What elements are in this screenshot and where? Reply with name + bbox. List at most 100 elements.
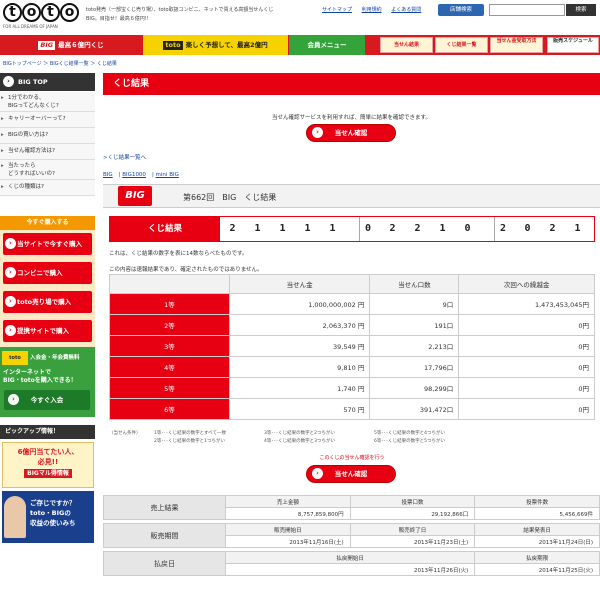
pickup-heading: ピックアップ情報！ [0,425,95,439]
result-digit: 1 [439,223,446,234]
search-button[interactable]: 検索 [566,4,596,16]
sales-value: 8,757,859,800円 [225,507,351,520]
arrow-right-icon: › [5,325,16,336]
toto-logo-small: toto [2,351,28,365]
topnav-sitemap-link[interactable]: サイトマップ [322,7,352,13]
table-header: 当せん金 [228,274,371,294]
table-row: 5等 1,740 円 98,299口 0円 [109,377,595,399]
winning-check-label: 当せん確認 [334,470,368,478]
legend-line: 3等･･･くじ結果の数字と2つちがい [264,431,335,436]
result-note: これは、くじ結果の数字を表に14数ならべたものです。 [109,251,248,257]
sidebar-item-label: くじの種類は? [8,184,44,190]
nav-results-list[interactable]: くじ結果一覧 [435,37,488,53]
nav-big[interactable]: BIG 最高６億円くじ [0,35,142,55]
search-input[interactable] [489,4,565,16]
topnav-faq-link[interactable]: よくある質問 [391,7,421,13]
period-heading: 販売期間 [103,523,226,548]
sidebar-item-label: キャリーオーバーって? [8,116,66,122]
link-big1000[interactable]: BIG1000 [122,172,146,178]
top-nav: サイトマップ 利用規約 よくある質問 [322,6,429,13]
logo-letter: t [3,3,22,22]
topnav-terms-link[interactable]: 利用規約 [362,7,382,13]
period-subheader: 販売開始日 [225,523,351,536]
sales-subheader: 投票件数 [474,495,600,508]
winner-count: 98,299口 [369,377,460,399]
banner-text: 6億円当てたい人、 [17,448,79,456]
sidebar-item-check-results[interactable]: 当せん確認方法は? [0,144,95,160]
payout-value: 2013年11月26日(火) [224,563,476,576]
nav-sales-schedule[interactable]: 販売スケジュール [547,37,599,53]
join-now-button[interactable]: › 今すぐ入会 [4,390,90,410]
prize-amount: 570 円 [228,398,371,420]
sidebar-item-carryover[interactable]: キャリーオーバーって? [0,112,95,128]
result-digit: 1 [254,223,261,234]
buy-partner-site-button[interactable]: › 提携サイトで購入 [3,320,92,342]
prize-rank: 1等 [109,293,230,315]
winner-count: 191口 [369,314,460,336]
table-header [109,274,230,294]
service-note: 当せん確認サービスを利用すれば、簡単に結果を確認できます。 [272,115,431,121]
legend-line: 6等･･･くじ結果の数字と5つちがい [374,439,445,444]
nav-winning-results[interactable]: 当せん結果 [380,37,433,53]
arrow-right-icon: › [312,127,323,138]
result-digit: 1 [279,223,286,234]
arrow-right-icon: › [5,267,16,278]
nav-member-menu[interactable]: 会員メニュー [289,35,365,55]
carryover: 0円 [458,314,595,336]
prize-rank: 3等 [109,335,230,357]
winning-check-button-2[interactable]: › 当せん確認 [306,465,396,483]
prize-rank: 6等 [109,398,230,420]
banner-text: 必見!! [37,458,59,466]
table-row: 売上結果 売上金額 投票口数 投票件数 [103,495,600,520]
legend-line: 5等･･･くじ結果の数字と4つちがい [374,431,445,436]
sidebar-item-what-is-big[interactable]: 1分でわかる、 BIGってどんなくじ? [0,92,95,112]
link-mini-big[interactable]: mini BIG [156,172,179,178]
payout-value: 2014年11月25日(火) [474,563,600,576]
buy-button-label: コンビニで購入 [17,269,63,277]
sidebar-item-if-you-win[interactable]: 当たったらどうすればいいの? [0,160,95,180]
prize-table: 当せん金 当せん口数 次回への繰越金 1等 1,000,000,002 円 9口 1,… [109,274,595,420]
sidebar-item-label: 当せん確認方法は? [8,148,55,154]
buy-on-site-button[interactable]: › 当サイトで今すぐ購入 [3,233,92,255]
result-digit: 0 [464,223,471,234]
carryover: 0円 [458,377,595,399]
breadcrumb[interactable]: BIGトップページ ＞ BIGくじ結果一覧 ＞ くじ結果 [3,60,117,67]
period-subheader: 販売終了日 [349,523,476,536]
sidebar-big-top[interactable]: › BIG TOP [0,73,95,91]
sales-value: 5,456,669件 [474,507,600,520]
sales-subheader: 売上金額 [225,495,351,508]
winning-check-label: 当せん確認 [334,129,368,137]
toto-logo[interactable]: t o t o FOR ALL DREAMS OF JAPAN [3,3,79,29]
buy-at-convenience-store-button[interactable]: › コンビニで購入 [3,262,92,284]
buy-button-label: 当サイトで今すぐ購入 [17,240,82,248]
buy-at-toto-store-button[interactable]: › toto売り場で購入 [3,291,92,313]
banner-text: toto・BIGの [30,509,71,517]
banner-text: 収益の使いみち [30,519,76,527]
nav-prize-claim[interactable]: 当せん金受取方法 [490,37,543,53]
table-row: 3等 39,549 円 2,213口 0円 [109,335,595,357]
result-digit: 0 [359,217,376,241]
nav-toto[interactable]: toto 楽しく予想して、最高2億円 [143,35,288,55]
table-row: 販売期間 販売開始日 販売終了日 結果発表日 [103,523,600,548]
buy-options: › 当サイトで今すぐ購入 › コンビニで購入 › toto売り場で購入 › 提携サイトで… [0,230,95,352]
winning-check-button[interactable]: › 当せん確認 [306,124,396,142]
logo-subtitle: FOR ALL DREAMS OF JAPAN [3,24,58,29]
buy-button-label: toto売り場で購入 [17,298,72,306]
prize-rank: 5等 [109,377,230,399]
result-digit: 2 [229,223,236,234]
result-digit: 2 [414,223,421,234]
sidebar-item-lottery-types[interactable]: くじの種類は? [0,180,95,196]
period-value: 2013年11月16日(土) [225,535,351,548]
sidebar-item-label: BIGの買い方は? [8,132,49,138]
payout-subheader: 払戻期限 [474,551,600,564]
store-search-button[interactable]: 店舗検索 [438,4,484,16]
legend-line: 4等･･･くじ結果の数字と3つちがい [264,439,335,444]
sidebar-item-how-to-buy[interactable]: BIGの買い方は? [0,128,95,144]
nav-toto-label: 楽しく予想して、最高2億円 [185,41,268,49]
results-list-link[interactable]: >くじ結果一覧へ [103,153,146,161]
link-big[interactable]: BIG [103,172,113,178]
lottery-type-links: BIG | BIG1000 | mini BIG [103,172,179,178]
big-deals-banner[interactable]: 6億円当てたい人、 必見!! BIGマル得情報 [2,442,94,488]
result-digit: 0 [524,223,531,234]
period-subheader: 結果発表日 [474,523,600,536]
